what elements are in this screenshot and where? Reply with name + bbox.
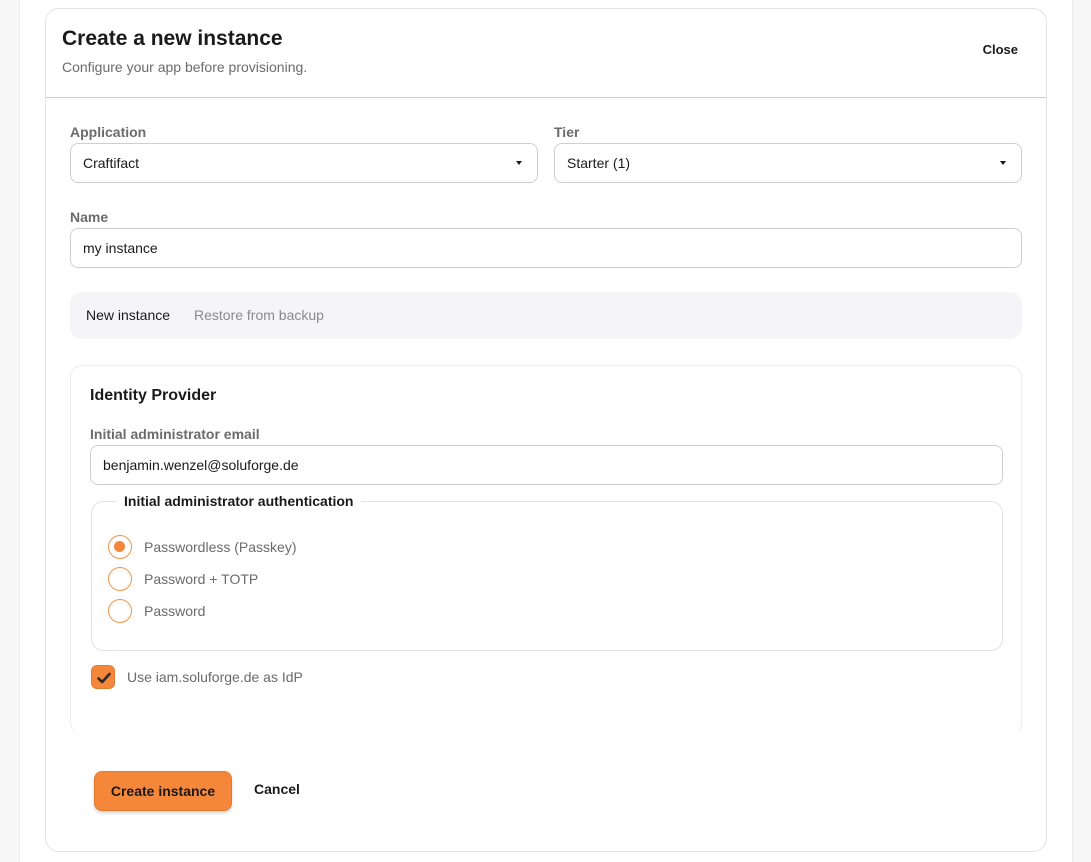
radio-unchecked-icon[interactable] xyxy=(108,567,132,591)
create-instance-button[interactable]: Create instance xyxy=(94,771,232,811)
application-label: Application xyxy=(70,124,147,140)
admin-email-value: benjamin.wenzel@soluforge.de xyxy=(103,457,299,473)
cancel-button[interactable]: Cancel xyxy=(254,781,300,797)
dialog-title: Create a new instance xyxy=(62,27,283,50)
radio-checked-icon[interactable] xyxy=(108,535,132,559)
instance-mode-tabs: New instance Restore from backup xyxy=(70,292,1022,339)
radio-label: Password xyxy=(144,603,206,619)
dialog-subtitle: Configure your app before provisioning. xyxy=(62,59,308,75)
radio-option-passwordless[interactable]: Passwordless (Passkey) xyxy=(108,535,297,559)
use-idp-checkbox-row[interactable]: Use iam.soluforge.de as IdP xyxy=(91,665,303,689)
application-select-value: Craftifact xyxy=(83,155,140,171)
admin-email-label: Initial administrator email xyxy=(90,426,260,442)
radio-label: Passwordless (Passkey) xyxy=(144,539,297,555)
chevron-down-icon xyxy=(1000,161,1006,165)
close-button[interactable]: Close xyxy=(983,42,1018,57)
tier-select[interactable]: Starter (1) xyxy=(554,143,1022,183)
radio-option-password[interactable]: Password xyxy=(108,599,205,623)
radio-option-password-totp[interactable]: Password + TOTP xyxy=(108,567,258,591)
tab-restore-from-backup[interactable]: Restore from backup xyxy=(194,307,324,323)
create-instance-dialog: Create a new instance Configure your app… xyxy=(45,8,1047,852)
admin-authentication-legend: Initial administrator authentication xyxy=(116,493,362,509)
identity-provider-card: Identity Provider Initial administrator … xyxy=(70,365,1022,735)
name-input-value: my instance xyxy=(83,240,158,256)
application-select[interactable]: Craftifact xyxy=(70,143,538,183)
radio-label: Password + TOTP xyxy=(144,571,259,587)
name-input[interactable]: my instance xyxy=(70,228,1022,268)
dialog-header: Create a new instance Configure your app… xyxy=(46,9,1046,98)
tier-label: Tier xyxy=(554,124,580,140)
tab-new-instance[interactable]: New instance xyxy=(86,307,170,323)
use-idp-checkbox[interactable] xyxy=(91,665,115,689)
admin-email-input[interactable]: benjamin.wenzel@soluforge.de xyxy=(90,445,1003,485)
admin-authentication-group: Initial administrator authentication Pas… xyxy=(91,493,1003,651)
name-label: Name xyxy=(70,209,109,225)
use-idp-label: Use iam.soluforge.de as IdP xyxy=(127,669,303,685)
tier-select-value: Starter (1) xyxy=(567,155,631,171)
radio-unchecked-icon[interactable] xyxy=(108,599,132,623)
chevron-down-icon xyxy=(516,161,522,165)
identity-provider-title: Identity Provider xyxy=(90,387,217,404)
checkmark-icon xyxy=(97,672,111,684)
